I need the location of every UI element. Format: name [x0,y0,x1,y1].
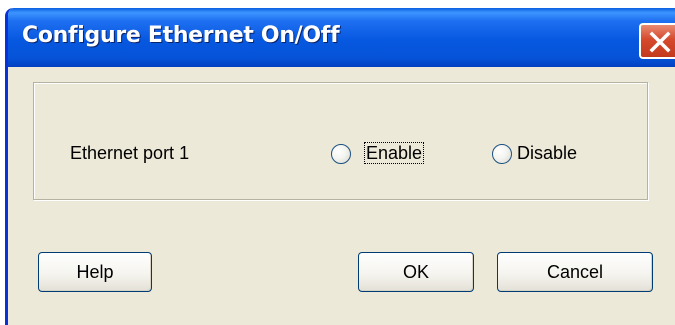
ethernet-group-box [33,82,648,200]
disable-radio-label[interactable]: Disable [517,143,577,164]
ok-button[interactable]: OK [358,252,474,292]
ethernet-port-label: Ethernet port 1 [70,143,190,163]
enable-radio[interactable] [331,144,351,164]
dialog-title: Configure Ethernet On/Off [22,23,340,48]
cancel-button[interactable]: Cancel [497,252,653,292]
help-button[interactable]: Help [38,252,152,292]
disable-radio[interactable] [492,144,512,164]
title-bar[interactable]: Configure Ethernet On/Off [8,8,675,67]
close-x-icon [649,31,671,53]
enable-radio-label[interactable]: Enable [364,142,425,164]
close-button[interactable] [639,23,675,59]
